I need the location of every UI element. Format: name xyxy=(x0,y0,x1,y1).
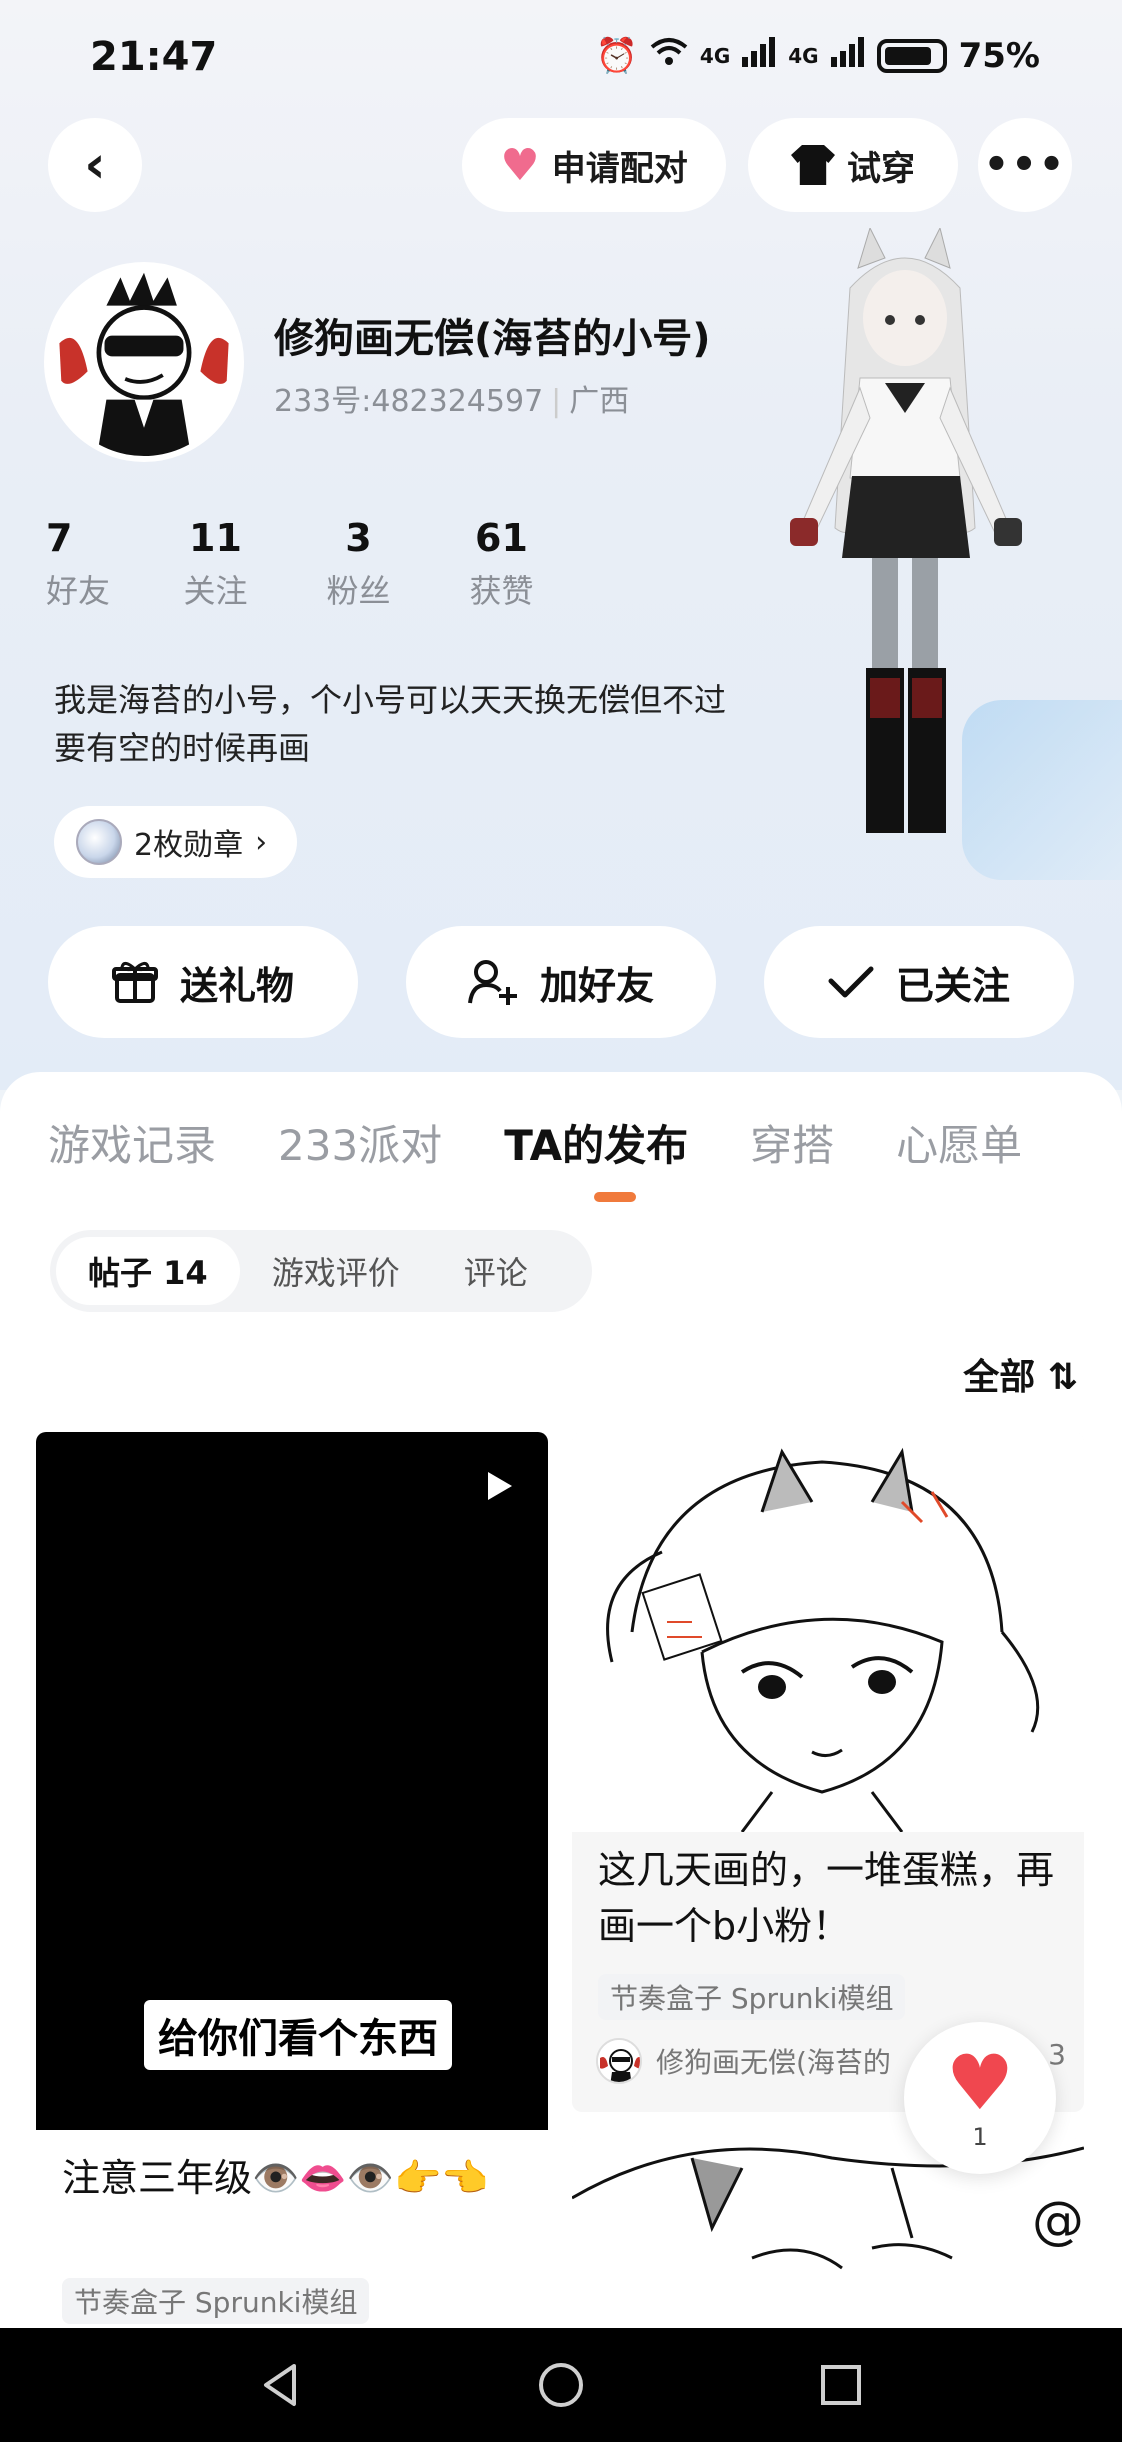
stat-number: 7 xyxy=(46,516,73,560)
add-friend-button[interactable]: 加好友 xyxy=(406,926,716,1038)
shirt-icon xyxy=(791,145,835,185)
request-pair-button[interactable]: ♥ 申请配对 xyxy=(462,118,726,212)
avatar-illustration xyxy=(50,268,238,456)
signal-1-label: 4G xyxy=(699,44,731,68)
try-on-label: 试穿 xyxy=(847,148,915,189)
add-friend-icon xyxy=(467,960,517,1005)
avatar-3d-character[interactable] xyxy=(760,228,1060,848)
stat-likes[interactable]: 61 获赞 xyxy=(430,516,573,612)
post-card-drawing[interactable]: 这几天画的，一堆蛋糕，再画一个b小粉！ 节奏盒子 Sprunki模组 修狗画无偿… xyxy=(572,1432,1084,2112)
author-avatar xyxy=(596,2038,642,2084)
stat-number: 11 xyxy=(189,516,242,560)
status-time: 21:47 xyxy=(90,34,218,80)
active-tab-indicator xyxy=(594,1192,636,1202)
meta-divider: | xyxy=(551,384,562,419)
tab-wishlist[interactable]: 心愿单 xyxy=(896,1112,1022,1173)
signal-1-icon xyxy=(742,36,776,76)
stat-label: 关注 xyxy=(183,572,248,610)
send-gift-button[interactable]: 送礼物 xyxy=(48,926,358,1038)
alarm-icon: ⏰ xyxy=(595,36,638,76)
profile-name: 修狗画无偿(海苔的小号) xyxy=(274,316,711,362)
author-name: 修狗画无偿(海苔的 xyxy=(656,2046,891,2079)
sort-filter-button[interactable]: 全部 ⇅ xyxy=(963,1348,1078,1400)
chevron-right-icon: › xyxy=(255,824,268,860)
post-tag[interactable]: 节奏盒子 Sprunki模组 xyxy=(62,2278,370,2324)
nav-back-icon[interactable] xyxy=(256,2360,306,2410)
stat-number: 3 xyxy=(345,516,372,560)
drawing-thumbnail xyxy=(572,1432,1084,1833)
back-button[interactable]: ‹ xyxy=(48,118,142,212)
heart-icon: ♥ xyxy=(500,139,540,191)
back-arrow-icon: ‹ xyxy=(84,135,106,195)
video-caption: 给你们看个东西 xyxy=(144,2000,452,2070)
play-icon xyxy=(488,1472,512,1500)
profile-bio: 我是海苔的小号，个小号可以天天换无偿但不过要有空的时候再画 xyxy=(54,681,727,767)
stat-label: 获赞 xyxy=(469,572,534,610)
medal-count: 2枚勋章 xyxy=(134,828,244,863)
user-avatar[interactable] xyxy=(44,262,244,462)
add-friend-label: 加好友 xyxy=(539,963,654,1008)
post-title: 注意三年级👁️👄👁️👉👈 xyxy=(62,2156,489,2200)
post-title: 这几天画的，一堆蛋糕，再画一个b小粉！ xyxy=(598,1848,1055,1948)
profile-stats: 7 好友 11 关注 3 粉丝 61 获赞 xyxy=(44,516,573,612)
subtab-game-reviews[interactable]: 游戏评价 xyxy=(240,1237,432,1305)
stat-label: 粉丝 xyxy=(326,572,391,610)
followed-label: 已关注 xyxy=(895,963,1010,1008)
sort-label: 全部 xyxy=(963,1357,1036,1398)
nav-home-icon[interactable] xyxy=(536,2360,586,2410)
post-like-count: 3 xyxy=(1048,2038,1066,2071)
status-bar: 21:47 ⏰ 4G 4G 75% xyxy=(0,28,1122,88)
stat-following[interactable]: 11 关注 xyxy=(144,516,287,612)
tab-233-party[interactable]: 233派对 xyxy=(278,1112,442,1173)
check-icon xyxy=(828,966,874,998)
try-on-button[interactable]: 试穿 xyxy=(748,118,958,212)
signal-2-icon xyxy=(830,36,865,76)
stat-label: 好友 xyxy=(46,572,111,610)
tab-outfits[interactable]: 穿搭 xyxy=(750,1112,834,1173)
profile-meta: 233号:482324597 | 广西 xyxy=(274,376,629,420)
more-options-button[interactable]: ••• xyxy=(978,118,1072,212)
tab-game-records[interactable]: 游戏记录 xyxy=(48,1112,216,1173)
heart-icon: ♥ xyxy=(945,2038,1015,2127)
more-dots-icon: ••• xyxy=(983,142,1067,188)
post-author[interactable]: 修狗画无偿(海苔的 xyxy=(596,2038,891,2084)
signal-2-label: 4G xyxy=(788,44,819,68)
medal-icon xyxy=(76,819,122,865)
svg-text:@: @ xyxy=(1032,2191,1084,2251)
floating-like-button[interactable]: ♥ 1 xyxy=(904,2022,1056,2174)
gift-icon xyxy=(111,962,158,1003)
subtab-posts[interactable]: 帖子 14 xyxy=(56,1237,240,1305)
post-tag[interactable]: 节奏盒子 Sprunki模组 xyxy=(598,1974,906,2020)
medal-badge-button[interactable]: 2枚勋章 › xyxy=(54,806,298,878)
system-navigation-bar xyxy=(0,2328,1122,2442)
followed-button[interactable]: 已关注 xyxy=(764,926,1074,1038)
profile-tabs: 游戏记录 233派对 TA的发布 穿搭 心愿单 xyxy=(48,1112,1084,1173)
tab-posts[interactable]: TA的发布 xyxy=(504,1112,688,1173)
video-thumbnail[interactable]: 给你们看个东西 xyxy=(36,1432,548,2130)
stat-fans[interactable]: 3 粉丝 xyxy=(287,516,430,612)
post-card-video[interactable]: 给你们看个东西 注意三年级👁️👄👁️👉👈 节奏盒子 Sprunki模组 xyxy=(36,1432,548,2332)
send-gift-label: 送礼物 xyxy=(179,963,294,1008)
status-icons: ⏰ 4G 4G 75% xyxy=(596,36,1040,76)
wifi-icon xyxy=(650,36,688,76)
floating-like-count: 1 xyxy=(972,2123,988,2151)
battery-percent: 75% xyxy=(958,36,1040,76)
subtab-comments[interactable]: 评论 xyxy=(432,1237,560,1305)
stat-friends[interactable]: 7 好友 xyxy=(44,516,144,612)
stat-number: 61 xyxy=(475,516,528,560)
battery-icon xyxy=(876,39,947,73)
profile-id[interactable]: 233号:482324597 xyxy=(274,384,543,419)
sort-icon: ⇅ xyxy=(1047,1357,1078,1398)
nav-recents-icon[interactable] xyxy=(816,2360,866,2410)
profile-location: 广西 xyxy=(569,384,630,419)
request-pair-label: 申请配对 xyxy=(551,148,688,189)
post-subtabs: 帖子 14 游戏评价 评论 xyxy=(50,1230,592,1312)
